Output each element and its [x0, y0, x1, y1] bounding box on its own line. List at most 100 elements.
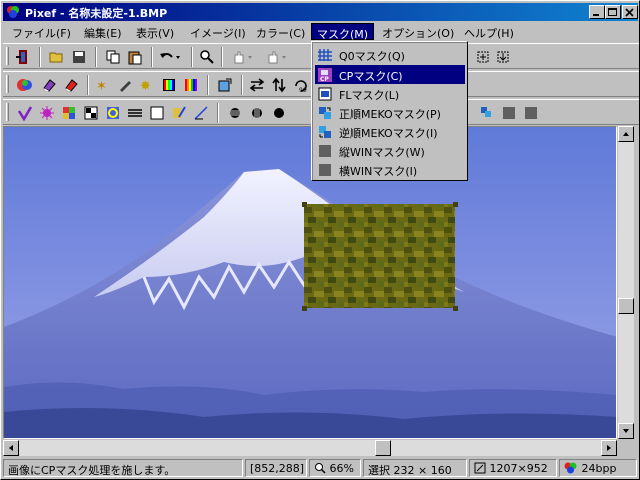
menu-item-meko-forward[interactable]: 正順MEKOマスク(P) [315, 103, 465, 122]
transform-icon [218, 78, 232, 92]
meko-tool[interactable] [477, 103, 497, 123]
toolbar-grip[interactable] [6, 47, 9, 65]
dot-grid-icon [274, 108, 284, 118]
sparkle-icon: ✶ [96, 79, 107, 93]
menu-item-fl-mask[interactable]: FLマスク(L) [315, 84, 465, 103]
rotate-tool[interactable] [473, 47, 493, 67]
arrow-left-icon [9, 445, 13, 451]
pointer-tool[interactable] [263, 47, 286, 67]
flip-horizontal-icon [249, 78, 265, 92]
exit-tool[interactable] [13, 47, 33, 67]
horizontal-win-tool[interactable] [521, 103, 541, 123]
swirl-tool[interactable] [103, 103, 123, 123]
status-bar: 画像にCPマスク処理を施します。 [852,288] 66% 選択 232 × … [3, 458, 639, 478]
title-bar[interactable]: Pixef - 名称未設定-1.BMP [3, 3, 638, 21]
paint-tool[interactable] [169, 103, 189, 123]
vertical-scroll-thumb[interactable] [618, 298, 634, 314]
fl-mask-icon [318, 87, 332, 101]
close-button[interactable] [622, 5, 638, 19]
horizontal-scrollbar[interactable] [3, 440, 617, 456]
paste-icon [128, 51, 142, 65]
download-tool[interactable] [493, 47, 513, 67]
horizontal-lines-icon [229, 108, 241, 118]
image-canvas[interactable] [3, 126, 617, 439]
minimize-button[interactable] [589, 5, 605, 19]
scroll-right-button[interactable] [601, 440, 617, 456]
zoom-value: 66% [329, 462, 354, 475]
toolbar-grip[interactable] [6, 75, 9, 93]
toolbar-separator [95, 47, 97, 67]
arrow-right-icon [607, 445, 611, 451]
copy-tool[interactable] [103, 47, 123, 67]
hand-pointer-icon [234, 51, 252, 64]
menu-view[interactable]: 表示(V) [131, 23, 179, 40]
selection-handle[interactable] [302, 202, 307, 207]
rainbow-tool[interactable] [181, 75, 201, 95]
menu-color[interactable]: カラー(C) [251, 23, 310, 40]
frame-tool[interactable] [147, 103, 167, 123]
star-tool[interactable]: ✸ [137, 75, 157, 95]
status-zoom: 66% [309, 459, 361, 477]
burst-tool[interactable] [37, 103, 57, 123]
horizontal-scroll-thumb[interactable] [375, 440, 391, 456]
undo-tool[interactable] [157, 47, 180, 67]
selection-handle[interactable] [302, 306, 307, 311]
spectrum-tool[interactable] [159, 75, 179, 95]
toolbar-grip[interactable] [6, 103, 9, 121]
door-exit-icon [16, 50, 27, 64]
sketch-tool[interactable] [191, 103, 211, 123]
mosaic-icon [63, 107, 75, 119]
checkmark-tool[interactable] [15, 103, 35, 123]
svg-text:✸: ✸ [140, 79, 151, 93]
menu-edit[interactable]: 編集(E) [79, 23, 127, 40]
selection-handle[interactable] [453, 306, 458, 311]
transform-tool[interactable] [215, 75, 235, 95]
hand-tool[interactable] [229, 47, 252, 67]
vertical-win-tool[interactable] [499, 103, 519, 123]
vertical-scrollbar[interactable] [618, 126, 634, 439]
eraser-red-tool[interactable] [61, 75, 81, 95]
download-icon [497, 51, 509, 63]
pen-tool[interactable] [115, 75, 135, 95]
scroll-down-button[interactable] [618, 423, 634, 439]
eraser-tool[interactable] [39, 75, 59, 95]
status-selection: 選択 232 × 160 [363, 459, 467, 477]
menu-image[interactable]: イメージ(I) [185, 23, 251, 40]
rotate-90-tool[interactable]: 90 [291, 75, 311, 95]
menu-item-q0-mask[interactable]: Q0マスク(Q) [315, 45, 465, 64]
menu-options[interactable]: オプション(O) [377, 23, 459, 40]
sparkle-tool[interactable]: ✶ [93, 75, 113, 95]
cp-mask-selection[interactable] [304, 204, 455, 308]
mosaic-tool[interactable] [59, 103, 79, 123]
menu-help[interactable]: ヘルプ(H) [459, 23, 519, 40]
dot-tool[interactable] [269, 103, 289, 123]
horizontal-win-icon [319, 164, 331, 176]
open-tool[interactable] [47, 47, 67, 67]
menu-item-horizontal-win[interactable]: 横WINマスク(I) [315, 160, 465, 179]
svg-text:CP: CP [320, 76, 329, 83]
flip-vertical-tool[interactable] [269, 75, 289, 95]
starburst-icon: ✸ [140, 79, 151, 93]
selection-handle[interactable] [453, 202, 458, 207]
zoom-tool[interactable] [197, 47, 217, 67]
save-tool[interactable] [69, 47, 89, 67]
eraser-red-icon [65, 79, 78, 92]
scroll-left-button[interactable] [3, 440, 19, 456]
swirl-icon [107, 107, 119, 119]
scroll-up-button[interactable] [618, 126, 634, 142]
menu-item-cp-mask[interactable]: CP CPマスク(C) [315, 65, 465, 84]
maximize-button[interactable] [605, 5, 621, 19]
pattern-tool[interactable] [81, 103, 101, 123]
toolbar-separator [241, 75, 243, 95]
menu-file[interactable]: ファイル(F) [7, 23, 76, 40]
flip-horizontal-tool[interactable] [247, 75, 267, 95]
menu-item-meko-reverse[interactable]: 逆順MEKOマスク(I) [315, 122, 465, 141]
wave-tool[interactable] [125, 103, 145, 123]
color-balance-tool[interactable] [15, 75, 35, 95]
v-lines-tool[interactable] [247, 103, 267, 123]
pen-icon [120, 81, 131, 92]
h-lines-tool[interactable] [225, 103, 245, 123]
paste-tool[interactable] [125, 47, 145, 67]
menu-mask[interactable]: マスク(M) [311, 23, 375, 41]
menu-item-vertical-win[interactable]: 縦WINマスク(W) [315, 141, 465, 160]
